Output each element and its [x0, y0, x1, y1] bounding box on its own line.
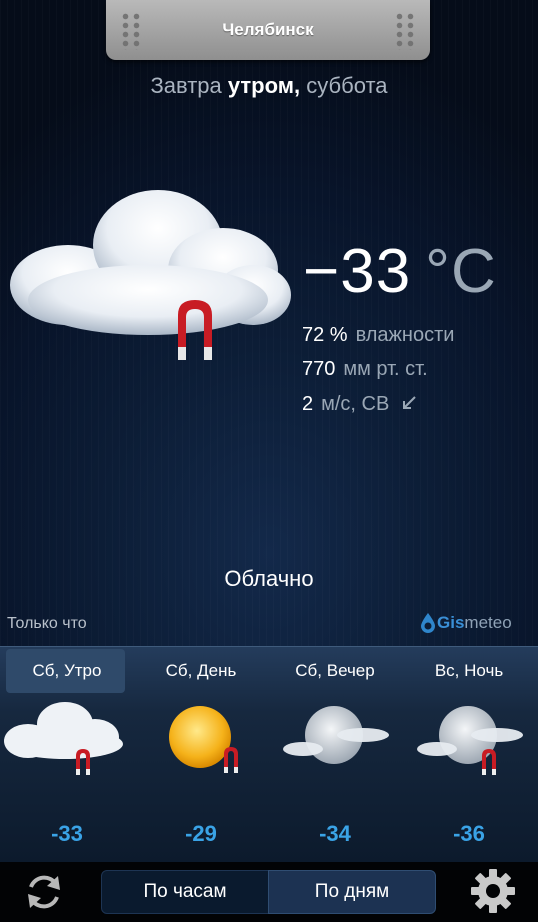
- forecast-temp: -33: [51, 821, 83, 846]
- humidity-value: 72 %: [302, 324, 348, 346]
- condition-text: Облачно: [224, 566, 314, 591]
- current-temperature: −33 °C: [303, 236, 497, 307]
- moon-cloud-icon: [283, 706, 389, 764]
- forecast-label: Сб, Вечер: [295, 661, 375, 680]
- temperature-unit: °C: [425, 237, 497, 306]
- wind-value: 2: [302, 393, 314, 415]
- forecast-label: Сб, День: [165, 661, 237, 680]
- grip-right-icon: [394, 12, 416, 50]
- pressure-row: 770 мм рт. ст.: [302, 358, 428, 381]
- tab-days[interactable]: По дням: [268, 870, 436, 914]
- updated-text: Только что: [7, 615, 87, 632]
- brand-gis: Gis: [437, 613, 465, 632]
- sun-magnet-icon: [169, 706, 238, 773]
- weather-app: Челябинск Завтра утром, суббота −33 °C 7…: [0, 0, 538, 922]
- city-name: Челябинск: [222, 20, 314, 39]
- pressure-value: 770: [302, 358, 336, 380]
- forecast-label: Сб, Утро: [32, 661, 102, 680]
- forecast-temp: -29: [185, 821, 217, 846]
- forecast-temp: -36: [453, 821, 485, 846]
- period-time: утром,: [227, 73, 301, 98]
- brand-meteo: meteo: [464, 613, 512, 632]
- forecast-item-sat-evening[interactable]: Сб, Вечер -34: [268, 647, 402, 863]
- city-tab[interactable]: Челябинск: [106, 0, 430, 60]
- wind-direction-icon: [402, 396, 416, 409]
- drop-icon: [421, 613, 435, 633]
- tab-hours[interactable]: По часам: [101, 870, 269, 914]
- period-weekday: суббота: [306, 73, 388, 98]
- forecast-item-sat-morning[interactable]: Сб, Утро -33: [0, 647, 134, 863]
- humidity-label: влажности: [355, 324, 455, 346]
- temperature-value: −33: [303, 237, 412, 306]
- gismeteo-logo[interactable]: Gis meteo: [421, 613, 512, 633]
- moon-cloud-magnet-icon: [417, 706, 523, 775]
- forecast-item-sun-night[interactable]: Вс, Ночь -36: [402, 647, 536, 863]
- wind-row: 2 м/с, СВ: [302, 393, 417, 416]
- wind-label: м/с, СВ: [321, 393, 390, 415]
- cloud-magnet-icon: [4, 702, 123, 775]
- forecast-strip: Сб, Утро -33 Сб, День -29 Сб, Вечер -34 …: [0, 646, 538, 863]
- pressure-label: мм рт. ст.: [343, 358, 428, 380]
- settings-gear-icon[interactable]: [470, 868, 516, 914]
- bottom-bar: По часам По дням: [0, 862, 538, 922]
- forecast-temp: -34: [319, 821, 351, 846]
- forecast-item-sat-day[interactable]: Сб, День -29: [134, 647, 268, 863]
- humidity-row: 72 % влажности: [302, 324, 454, 347]
- period-day: Завтра: [150, 73, 222, 98]
- forecast-label: Вс, Ночь: [434, 661, 504, 680]
- refresh-icon[interactable]: [22, 870, 66, 914]
- cloud-magnet-icon: [10, 190, 291, 360]
- forecast-period: Завтра утром, суббота: [0, 73, 538, 99]
